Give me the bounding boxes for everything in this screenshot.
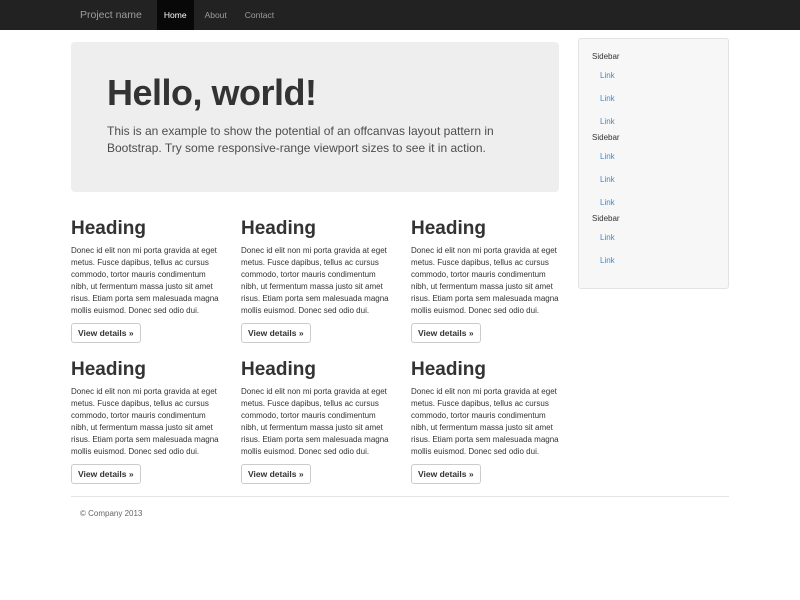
page-title: Hello, world! [107, 73, 523, 113]
card-heading: Heading [241, 359, 389, 380]
view-details-button[interactable]: View details » [71, 323, 141, 343]
sidebar-link[interactable]: Link [579, 87, 728, 110]
sidebar: Sidebar Link Link Link Sidebar Link Link… [578, 38, 729, 289]
cards-row-1: Heading Donec id elit non mi porta gravi… [71, 218, 559, 343]
footer-divider [71, 496, 729, 497]
view-details-button[interactable]: View details » [411, 323, 481, 343]
sidebar-group: Sidebar Link Link [579, 214, 728, 272]
navbar-container: Project name Home About Contact [71, 0, 729, 30]
sidebar-link[interactable]: Link [579, 226, 728, 249]
view-details-button[interactable]: View details » [241, 464, 311, 484]
card: Heading Donec id elit non mi porta gravi… [241, 218, 389, 343]
sidebar-link[interactable]: Link [579, 191, 728, 214]
sidebar-group: Sidebar Link Link Link [579, 52, 728, 133]
card-heading: Heading [411, 359, 559, 380]
view-details-button[interactable]: View details » [71, 464, 141, 484]
copyright-text: © Company 2013 [71, 509, 729, 518]
card-heading: Heading [71, 359, 219, 380]
jumbotron: Hello, world! This is an example to show… [71, 42, 559, 192]
nav-item-contact[interactable]: Contact [238, 0, 281, 30]
sidebar-link[interactable]: Link [579, 110, 728, 133]
card-body-text: Donec id elit non mi porta gravida at eg… [71, 245, 219, 317]
card-body-text: Donec id elit non mi porta gravida at eg… [411, 245, 559, 317]
card-body-text: Donec id elit non mi porta gravida at eg… [71, 386, 219, 458]
nav-item-about[interactable]: About [198, 0, 234, 30]
sidebar-title: Sidebar [579, 214, 728, 224]
card: Heading Donec id elit non mi porta gravi… [71, 218, 219, 343]
brand-link[interactable]: Project name [71, 0, 151, 30]
navbar: Project name Home About Contact [0, 0, 800, 30]
sidebar-link[interactable]: Link [579, 145, 728, 168]
sidebar-link[interactable]: Link [579, 64, 728, 87]
card-body-text: Donec id elit non mi porta gravida at eg… [241, 245, 389, 317]
footer: © Company 2013 [71, 509, 729, 518]
jumbotron-description: This is an example to show the potential… [107, 123, 523, 157]
sidebar-links: Link Link Link [579, 64, 728, 133]
card: Heading Donec id elit non mi porta gravi… [411, 218, 559, 343]
sidebar-links: Link Link [579, 226, 728, 272]
sidebar-title: Sidebar [579, 52, 728, 62]
main-column: Hello, world! This is an example to show… [71, 30, 559, 484]
card: Heading Donec id elit non mi porta gravi… [71, 359, 219, 484]
sidebar-link[interactable]: Link [579, 249, 728, 272]
navbar-menu: Home About Contact [155, 0, 283, 30]
card-body-text: Donec id elit non mi porta gravida at eg… [241, 386, 389, 458]
nav-item-home[interactable]: Home [157, 0, 194, 30]
cards-row-2: Heading Donec id elit non mi porta gravi… [71, 359, 559, 484]
sidebar-links: Link Link Link [579, 145, 728, 214]
card: Heading Donec id elit non mi porta gravi… [241, 359, 389, 484]
card: Heading Donec id elit non mi porta gravi… [411, 359, 559, 484]
page-content: Hello, world! This is an example to show… [71, 30, 729, 518]
content-row: Hello, world! This is an example to show… [71, 30, 729, 484]
view-details-button[interactable]: View details » [241, 323, 311, 343]
sidebar-title: Sidebar [579, 133, 728, 143]
card-body-text: Donec id elit non mi porta gravida at eg… [411, 386, 559, 458]
sidebar-link[interactable]: Link [579, 168, 728, 191]
card-heading: Heading [411, 218, 559, 239]
sidebar-group: Sidebar Link Link Link [579, 133, 728, 214]
card-heading: Heading [71, 218, 219, 239]
view-details-button[interactable]: View details » [411, 464, 481, 484]
card-heading: Heading [241, 218, 389, 239]
